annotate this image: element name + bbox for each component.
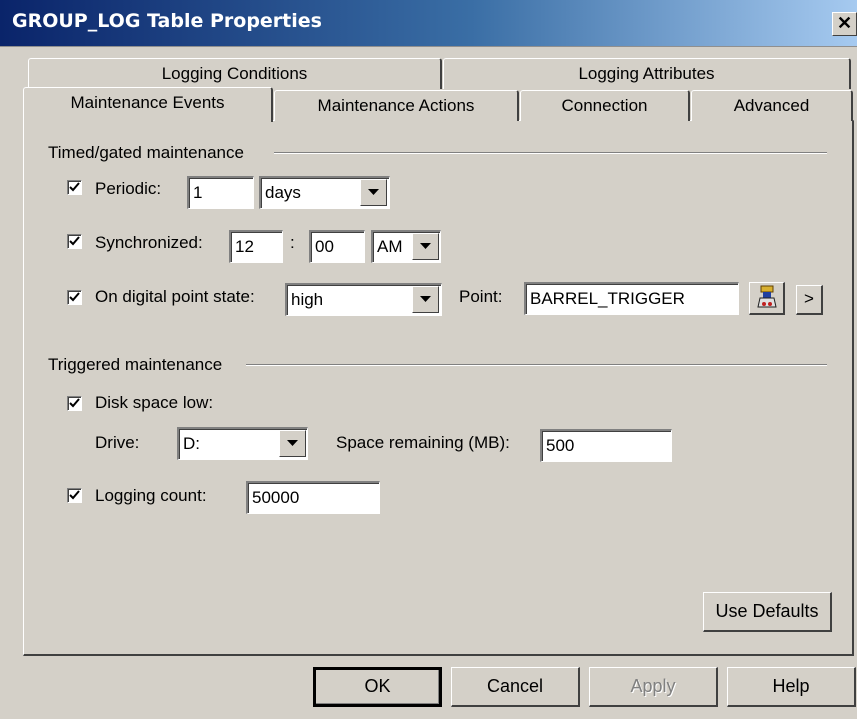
time-separator: : <box>290 233 295 252</box>
apply-label: Apply <box>630 676 676 696</box>
logging-count-checkbox[interactable] <box>67 488 82 503</box>
tab-advanced[interactable]: Advanced <box>691 90 853 121</box>
window-title: GROUP_LOG Table Properties <box>12 10 322 32</box>
tab-label: Advanced <box>733 96 810 115</box>
checkmark-icon <box>69 398 80 408</box>
periodic-label: Periodic: <box>95 179 162 198</box>
point-more-label: > <box>804 289 814 308</box>
ok-label: OK <box>364 676 391 696</box>
close-button[interactable]: ✕ <box>832 12 857 36</box>
digital-state-value: high <box>291 290 324 309</box>
digital-state-checkbox[interactable] <box>67 290 82 305</box>
chevron-down-icon <box>368 189 379 195</box>
timed-group-divider <box>274 152 827 154</box>
disk-low-checkbox[interactable] <box>67 396 82 411</box>
periodic-unit-dropdown-button[interactable] <box>360 179 387 206</box>
drive-value: D: <box>183 434 200 453</box>
checkmark-icon <box>69 182 80 192</box>
tab-label: Logging Conditions <box>161 64 308 83</box>
sync-minute-input[interactable]: 00 <box>309 230 365 263</box>
chevron-down-icon <box>420 296 431 302</box>
tab-logging-conditions[interactable]: Logging Conditions <box>28 58 442 89</box>
tab-panel <box>23 120 854 656</box>
use-defaults-button[interactable]: Use Defaults <box>703 592 832 632</box>
ok-button[interactable]: OK <box>313 667 442 707</box>
tab-label: Connection <box>561 96 648 115</box>
point-input[interactable]: BARREL_TRIGGER <box>524 282 739 315</box>
triggered-group-label: Triggered maintenance <box>48 355 223 374</box>
close-icon: ✕ <box>836 13 853 33</box>
tab-label: Maintenance Events <box>70 93 225 112</box>
use-defaults-label: Use Defaults <box>715 601 819 621</box>
logging-count-input[interactable]: 50000 <box>246 481 380 514</box>
checkmark-icon <box>69 490 80 500</box>
cancel-button[interactable]: Cancel <box>451 667 580 707</box>
logging-count-label: Logging count: <box>95 486 207 505</box>
periodic-unit-value: days <box>265 183 301 202</box>
triggered-group-divider <box>246 364 827 366</box>
space-remaining-label: Space remaining (MB): <box>336 433 510 452</box>
checkmark-icon <box>69 292 80 302</box>
synchronized-checkbox[interactable] <box>67 234 82 249</box>
space-remaining-input[interactable]: 500 <box>540 429 672 462</box>
ampm-value: AM <box>377 237 403 256</box>
ampm-dropdown-button[interactable] <box>412 233 439 260</box>
point-browse-button[interactable] <box>749 282 785 315</box>
sync-hour-input[interactable]: 12 <box>229 230 283 263</box>
help-button[interactable]: Help <box>727 667 856 707</box>
tab-label: Maintenance Actions <box>317 96 475 115</box>
tab-maintenance-actions[interactable]: Maintenance Actions <box>274 90 519 121</box>
point-label: Point: <box>459 287 503 306</box>
point-more-button[interactable]: > <box>796 285 823 315</box>
disk-low-label: Disk space low: <box>95 393 214 412</box>
help-label: Help <box>772 676 810 696</box>
digital-state-label: On digital point state: <box>95 287 255 306</box>
drive-dropdown-button[interactable] <box>279 430 306 457</box>
timed-group-label: Timed/gated maintenance <box>48 143 244 162</box>
drive-label: Drive: <box>95 433 140 452</box>
chevron-down-icon <box>287 440 298 446</box>
point-browser-icon <box>756 285 777 308</box>
apply-button[interactable]: Apply <box>589 667 718 707</box>
tab-connection[interactable]: Connection <box>520 90 690 121</box>
digital-state-dropdown-button[interactable] <box>412 286 439 313</box>
periodic-checkbox[interactable] <box>67 180 82 195</box>
cancel-label: Cancel <box>486 676 544 696</box>
tab-maintenance-events[interactable]: Maintenance Events <box>23 87 273 122</box>
checkmark-icon <box>69 236 80 246</box>
tab-logging-attributes[interactable]: Logging Attributes <box>443 58 851 89</box>
synchronized-label: Synchronized: <box>95 233 203 252</box>
tab-label: Logging Attributes <box>578 64 715 83</box>
chevron-down-icon <box>420 243 431 249</box>
periodic-value-input[interactable]: 1 <box>187 176 254 209</box>
